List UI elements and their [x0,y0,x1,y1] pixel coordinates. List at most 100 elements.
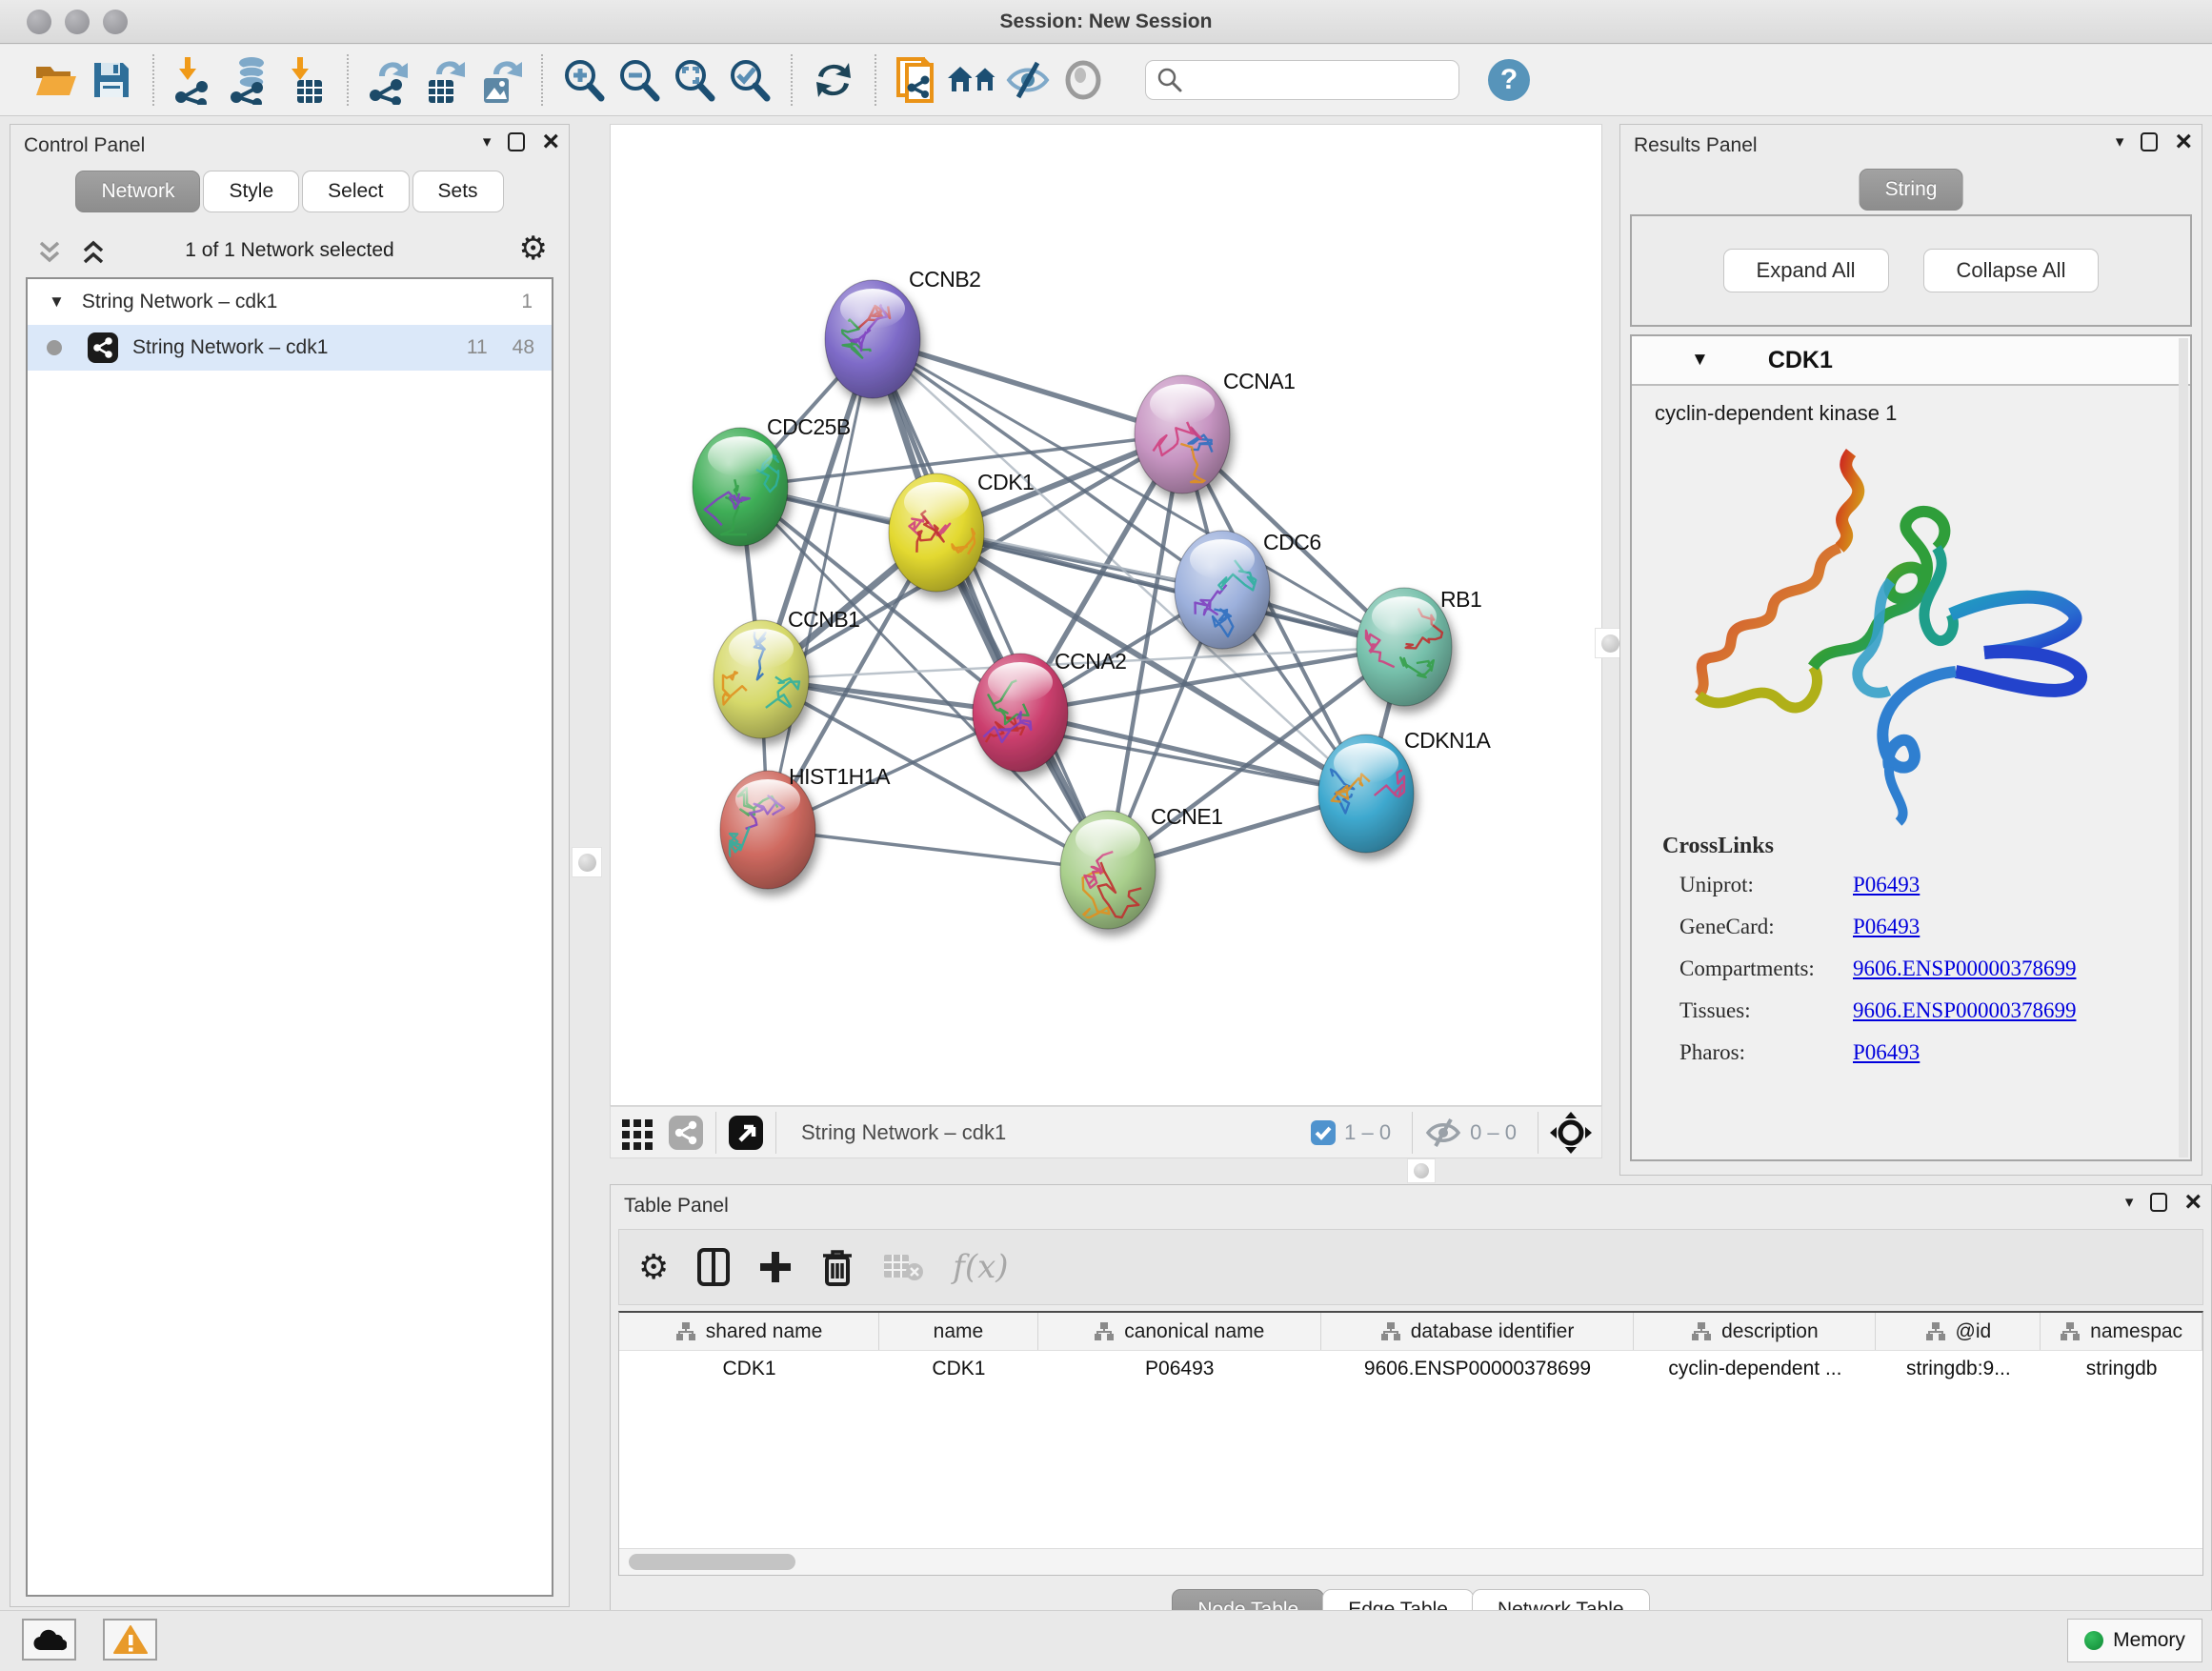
collapse-panel-icon[interactable]: ▾ [2125,1193,2134,1212]
network-node-RB1[interactable]: RB1 [1357,587,1481,706]
network-edge[interactable] [768,830,1108,870]
table-horizontal-scrollbar[interactable] [619,1548,2202,1575]
show-all-views-button[interactable] [945,51,1000,109]
network-edge[interactable] [768,339,873,830]
collapse-all-button[interactable]: Collapse All [1923,249,2100,292]
network-graph: CCNB2CCNA1CDC25BCDK1CDC6RB1CCNB1CCNA2CDK… [611,125,1601,1105]
selected-checkbox-icon[interactable] [1310,1119,1337,1146]
float-panel-icon[interactable] [2141,132,2158,151]
tab-network[interactable]: Network [75,171,200,212]
grid-view-icon[interactable] [620,1116,654,1150]
warning-status-button[interactable] [103,1619,157,1661]
table-cell[interactable]: stringdb:9... [1876,1351,2041,1387]
export-network-button[interactable] [362,51,417,109]
column-header[interactable]: namespac [2041,1313,2202,1350]
tab-style[interactable]: Style [203,171,299,212]
left-splitter-handle[interactable] [572,847,602,877]
table-cell[interactable]: stringdb [2041,1351,2202,1387]
network-options-gear-icon[interactable]: ⚙ [519,230,548,268]
crosslink-link[interactable]: P06493 [1853,915,1920,939]
memory-button[interactable]: Memory [2067,1619,2202,1662]
entry-expander-icon[interactable]: ▼ [1691,350,1709,371]
annotation-share-button[interactable] [890,51,945,109]
crosslink-link[interactable]: P06493 [1853,873,1920,897]
column-header[interactable]: name [879,1313,1038,1350]
open-session-button[interactable] [29,51,84,109]
table-cell[interactable]: 9606.ENSP00000378699 [1321,1351,1635,1387]
window-title: Session: New Session [0,0,2212,44]
network-node-CCNA1[interactable]: CCNA1 [1135,369,1295,493]
highlight-button[interactable] [1056,51,1111,109]
network-selection-status: 1 of 1 Network selected [10,239,569,262]
help-button[interactable]: ? [1486,57,1532,103]
crosslink-link[interactable]: 9606.ENSP00000378699 [1853,998,2077,1023]
tab-sets[interactable]: Sets [412,171,504,212]
column-header[interactable]: shared name [619,1313,879,1350]
import-table-button[interactable] [278,51,333,109]
network-node-CCNB2[interactable]: CCNB2 [825,267,980,398]
open-in-window-icon[interactable] [728,1115,764,1151]
tab-select[interactable]: Select [302,171,409,212]
network-node-CDK1[interactable]: CDK1 [889,470,1034,592]
collapse-panel-icon[interactable]: ▾ [483,132,492,151]
close-panel-icon[interactable]: × [542,132,559,151]
zoom-fit-button[interactable] [667,51,722,109]
hide-unhide-button[interactable] [1000,51,1056,109]
application-window: Session: New Session [0,0,2212,1671]
close-panel-icon[interactable]: × [2175,132,2192,151]
table-cell[interactable]: CDK1 [879,1351,1038,1387]
table-cell[interactable]: P06493 [1038,1351,1321,1387]
scrollbar-thumb[interactable] [629,1554,795,1570]
gene-entry-header[interactable]: ▼ CDK1 [1632,336,2190,386]
network-node-CDC6[interactable]: CDC6 [1175,530,1321,649]
birds-eye-view-icon[interactable] [1550,1112,1592,1154]
table-options-gear-icon[interactable]: ⚙ [638,1248,669,1287]
import-network-database-button[interactable] [223,51,278,109]
float-panel-icon[interactable] [508,132,525,151]
import-network-file-button[interactable] [168,51,223,109]
column-header[interactable]: canonical name [1038,1313,1321,1350]
crosslink-link[interactable]: P06493 [1853,1040,1920,1065]
table-cell[interactable]: CDK1 [619,1351,879,1387]
search-field[interactable] [1145,60,1459,100]
refresh-button[interactable] [806,51,861,109]
node-table[interactable]: shared namenamecanonical namedatabase id… [618,1311,2203,1576]
network-view-canvas[interactable]: CCNB2CCNA1CDC25BCDK1CDC6RB1CCNB1CCNA2CDK… [610,124,1602,1106]
column-header[interactable]: @id [1876,1313,2041,1350]
column-header[interactable]: description [1634,1313,1876,1350]
zoom-selected-button[interactable] [722,51,777,109]
create-column-icon[interactable] [758,1250,793,1284]
search-input[interactable] [1184,70,1441,91]
network-edge[interactable] [873,339,1108,870]
cloud-status-button[interactable] [22,1619,76,1661]
network-node-CCNA2[interactable]: CCNA2 [973,649,1126,772]
collapse-panel-icon[interactable]: ▾ [2116,132,2124,151]
network-node-CDKN1A[interactable]: CDKN1A [1318,728,1491,853]
network-node-CCNB1[interactable]: CCNB1 [714,607,859,738]
show-columns-icon[interactable] [697,1248,730,1286]
table-row[interactable]: CDK1CDK1P064939606.ENSP00000378699cyclin… [619,1351,2202,1387]
save-session-button[interactable] [84,51,139,109]
tree-expander-icon[interactable]: ▼ [49,292,65,312]
export-image-button[interactable] [473,51,528,109]
export-table-button[interactable] [417,51,473,109]
table-cell[interactable]: cyclin-dependent ... [1634,1351,1876,1387]
zoom-out-button[interactable] [612,51,667,109]
expand-all-button[interactable]: Expand All [1723,249,1889,292]
close-panel-icon[interactable]: × [2184,1193,2202,1212]
network-collection-row[interactable]: ▼ String Network – cdk1 1 [28,279,552,325]
column-header[interactable]: database identifier [1321,1313,1635,1350]
network-row[interactable]: String Network – cdk1 11 48 [28,325,552,371]
crosslink-link[interactable]: 9606.ENSP00000378699 [1853,956,2077,981]
network-node-CCNE1[interactable]: CCNE1 [1060,804,1222,929]
float-panel-icon[interactable] [2150,1193,2167,1212]
tab-string[interactable]: String [1860,169,1963,211]
network-edge[interactable] [1020,713,1366,794]
crosslink-label: Pharos: [1662,1040,1853,1065]
network-node-HIST1H1A[interactable]: HIST1H1A [720,764,891,889]
bottom-splitter-handle[interactable] [1407,1158,1436,1183]
results-scrollbar[interactable] [2179,338,2188,1158]
delete-column-icon[interactable] [821,1248,854,1286]
network-share-gray-icon[interactable] [668,1115,704,1151]
zoom-in-button[interactable] [556,51,612,109]
